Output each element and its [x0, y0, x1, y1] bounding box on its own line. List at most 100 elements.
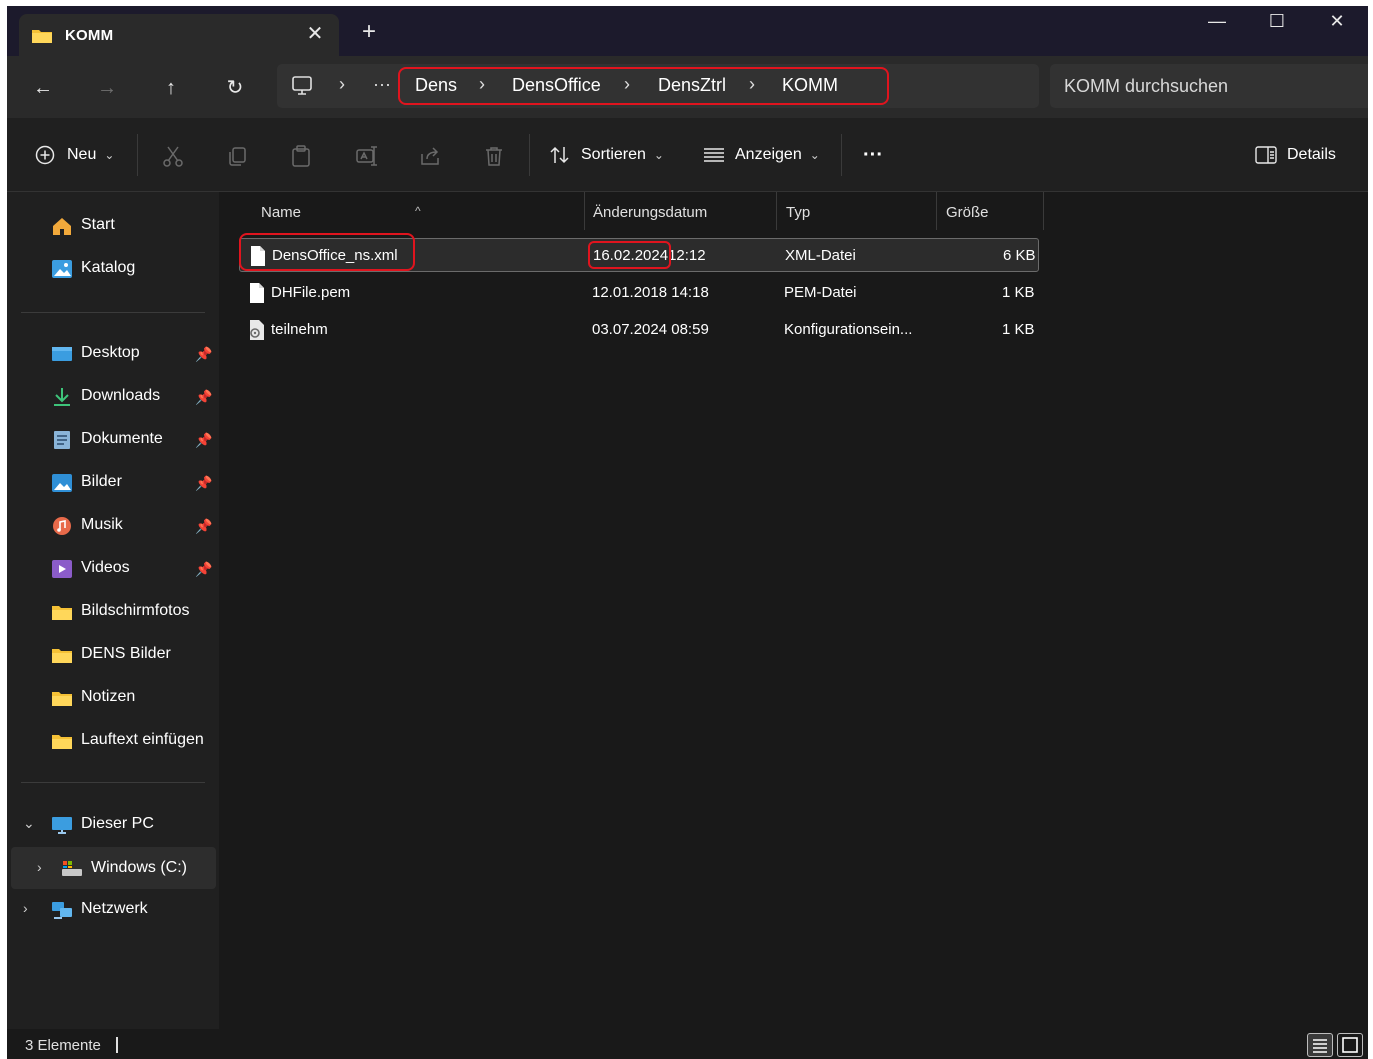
pin-icon[interactable]: 📌	[195, 346, 212, 363]
pin-icon[interactable]: 📌	[195, 561, 212, 578]
file-date-day: 16.02.2024	[593, 247, 669, 264]
details-button-label: Details	[1287, 146, 1336, 163]
status-divider	[116, 1037, 118, 1053]
breadcrumb-item-komm[interactable]: KOMM	[782, 75, 838, 96]
pin-icon[interactable]: 📌	[195, 389, 212, 406]
tiles-view-button[interactable]	[1337, 1033, 1363, 1057]
sidebar-item-label: Netzwerk	[81, 900, 148, 917]
sort-button[interactable]: Sortieren ⌄	[549, 142, 664, 168]
sidebar-item-label: Musik	[81, 516, 123, 533]
status-bar: 3 Elemente	[7, 1029, 1368, 1059]
breadcrumb-separator[interactable]: ›	[479, 74, 485, 95]
more-options-button[interactable]: ···	[863, 142, 883, 168]
sidebar-item-downloads[interactable]: Downloads 📌	[7, 377, 219, 417]
table-row[interactable]: DensOffice_ns.xml 16.02.202412:12 XML-Da…	[239, 238, 1039, 272]
file-size: 1 KB	[1002, 284, 1035, 301]
column-divider[interactable]	[1043, 192, 1044, 230]
sidebar-item-label: DENS Bilder	[81, 645, 171, 662]
pin-icon[interactable]: 📌	[195, 432, 212, 449]
documents-icon	[54, 431, 70, 449]
chevron-down-icon[interactable]: ⌄	[23, 815, 35, 832]
breadcrumb-chevron[interactable]: ›	[339, 74, 345, 95]
file-date: 12.01.2018 14:18	[592, 284, 709, 301]
sidebar-item-start[interactable]: Start	[7, 206, 219, 246]
folder-icon	[52, 692, 72, 706]
network-icon	[52, 902, 72, 919]
table-row[interactable]: teilnehm 03.07.2024 08:59 Konfigurations…	[239, 313, 1039, 347]
paste-icon[interactable]	[289, 144, 313, 168]
sidebar-item-lauftext-einfuegen[interactable]: Lauftext einfügen	[7, 721, 219, 761]
file-type: Konfigurationsein...	[784, 321, 913, 338]
chevron-right-icon[interactable]: ›	[37, 859, 42, 875]
close-tab-button[interactable]: ✕	[301, 20, 329, 48]
config-file-icon	[250, 320, 264, 340]
breadcrumb-separator[interactable]: ›	[624, 74, 630, 95]
close-window-button[interactable]: ✕	[1307, 6, 1367, 38]
back-button[interactable]: ←	[29, 74, 57, 102]
rename-icon[interactable]	[354, 144, 378, 168]
sidebar-item-windows-c[interactable]: › Windows (C:)	[11, 847, 216, 889]
table-row[interactable]: DHFile.pem 12.01.2018 14:18 PEM-Datei 1 …	[239, 276, 1039, 310]
music-icon	[53, 517, 71, 535]
sidebar-item-label: Windows (C:)	[91, 859, 188, 876]
sidebar-item-dokumente[interactable]: Dokumente 📌	[7, 420, 219, 460]
new-button[interactable]: Neu ⌄	[35, 142, 114, 168]
sidebar-item-label: Notizen	[81, 688, 136, 705]
sidebar-item-bilder[interactable]: Bilder 📌	[7, 463, 219, 503]
file-icon	[251, 246, 265, 266]
view-button[interactable]: Anzeigen ⌄	[703, 142, 820, 168]
breadcrumb[interactable]: › ··· Dens › DensOffice › DensZtrl › KOM…	[277, 64, 1039, 108]
sidebar-item-katalog[interactable]: Katalog	[7, 249, 219, 289]
tab-komm[interactable]: KOMM ✕	[19, 14, 339, 56]
copy-icon[interactable]	[225, 144, 249, 168]
breadcrumb-overflow[interactable]: ···	[373, 74, 391, 95]
sidebar-item-netzwerk[interactable]: › Netzwerk	[7, 890, 219, 930]
details-pane-button[interactable]: Details	[1255, 142, 1336, 168]
breadcrumb-item-densztrl[interactable]: DensZtrl	[658, 75, 726, 96]
sidebar-item-desktop[interactable]: Desktop 📌	[7, 334, 219, 374]
breadcrumb-item-dens[interactable]: Dens	[415, 75, 457, 96]
folder-icon	[32, 30, 52, 43]
sidebar-item-label: Videos	[81, 559, 130, 576]
breadcrumb-item-densoffice[interactable]: DensOffice	[512, 75, 601, 96]
address-row: ← → ↑ ↻ › ··· Dens › DensOffice › DensZt…	[7, 56, 1368, 118]
cut-icon[interactable]	[161, 144, 185, 168]
new-tab-button[interactable]: +	[357, 20, 381, 44]
folder-icon	[52, 735, 72, 749]
sidebar-item-label: Desktop	[81, 344, 140, 361]
sidebar-item-dieser-pc[interactable]: ⌄ Dieser PC	[7, 805, 219, 845]
sidebar-item-musik[interactable]: Musik 📌	[7, 506, 219, 546]
sidebar-item-videos[interactable]: Videos 📌	[7, 549, 219, 589]
file-size: 1 KB	[1002, 321, 1035, 338]
command-bar: Neu ⌄ Sortieren ⌄ Anzeigen ⌄ ··· Details	[7, 118, 1368, 192]
delete-icon[interactable]	[482, 144, 506, 168]
minimize-button[interactable]: —	[1187, 6, 1247, 38]
sidebar-item-dens-bilder[interactable]: DENS Bilder	[7, 635, 219, 675]
maximize-button[interactable]: ☐	[1247, 6, 1307, 38]
column-header-size[interactable]: Größe	[936, 192, 1044, 230]
search-placeholder: KOMM durchsuchen	[1064, 76, 1229, 96]
up-button[interactable]: ↑	[157, 74, 185, 102]
breadcrumb-separator[interactable]: ›	[749, 74, 755, 95]
chevron-down-icon: ⌄	[653, 148, 664, 162]
column-header-type[interactable]: Typ	[776, 192, 936, 230]
refresh-button[interactable]: ↻	[221, 74, 249, 102]
share-icon[interactable]	[418, 144, 442, 168]
chevron-right-icon[interactable]: ›	[23, 900, 28, 916]
item-count: 3 Elemente	[25, 1037, 101, 1054]
column-header-date[interactable]: Änderungsdatum	[583, 192, 775, 230]
sidebar-item-notizen[interactable]: Notizen	[7, 678, 219, 718]
details-view-icon	[1313, 1039, 1327, 1053]
gallery-icon	[52, 260, 72, 278]
column-header-name[interactable]: Name ^	[251, 192, 585, 230]
file-name: DHFile.pem	[271, 284, 351, 301]
sidebar-item-bildschirmfotos[interactable]: Bildschirmfotos	[7, 592, 219, 632]
file-date: 16.02.202412:12	[593, 247, 706, 264]
search-input[interactable]: KOMM durchsuchen	[1050, 64, 1368, 108]
pin-icon[interactable]: 📌	[195, 518, 212, 535]
details-view-button[interactable]	[1307, 1033, 1333, 1057]
pin-icon[interactable]: 📌	[195, 475, 212, 492]
details-pane-icon	[1255, 146, 1277, 164]
forward-button[interactable]: →	[93, 74, 121, 102]
add-circle-icon	[35, 145, 55, 165]
